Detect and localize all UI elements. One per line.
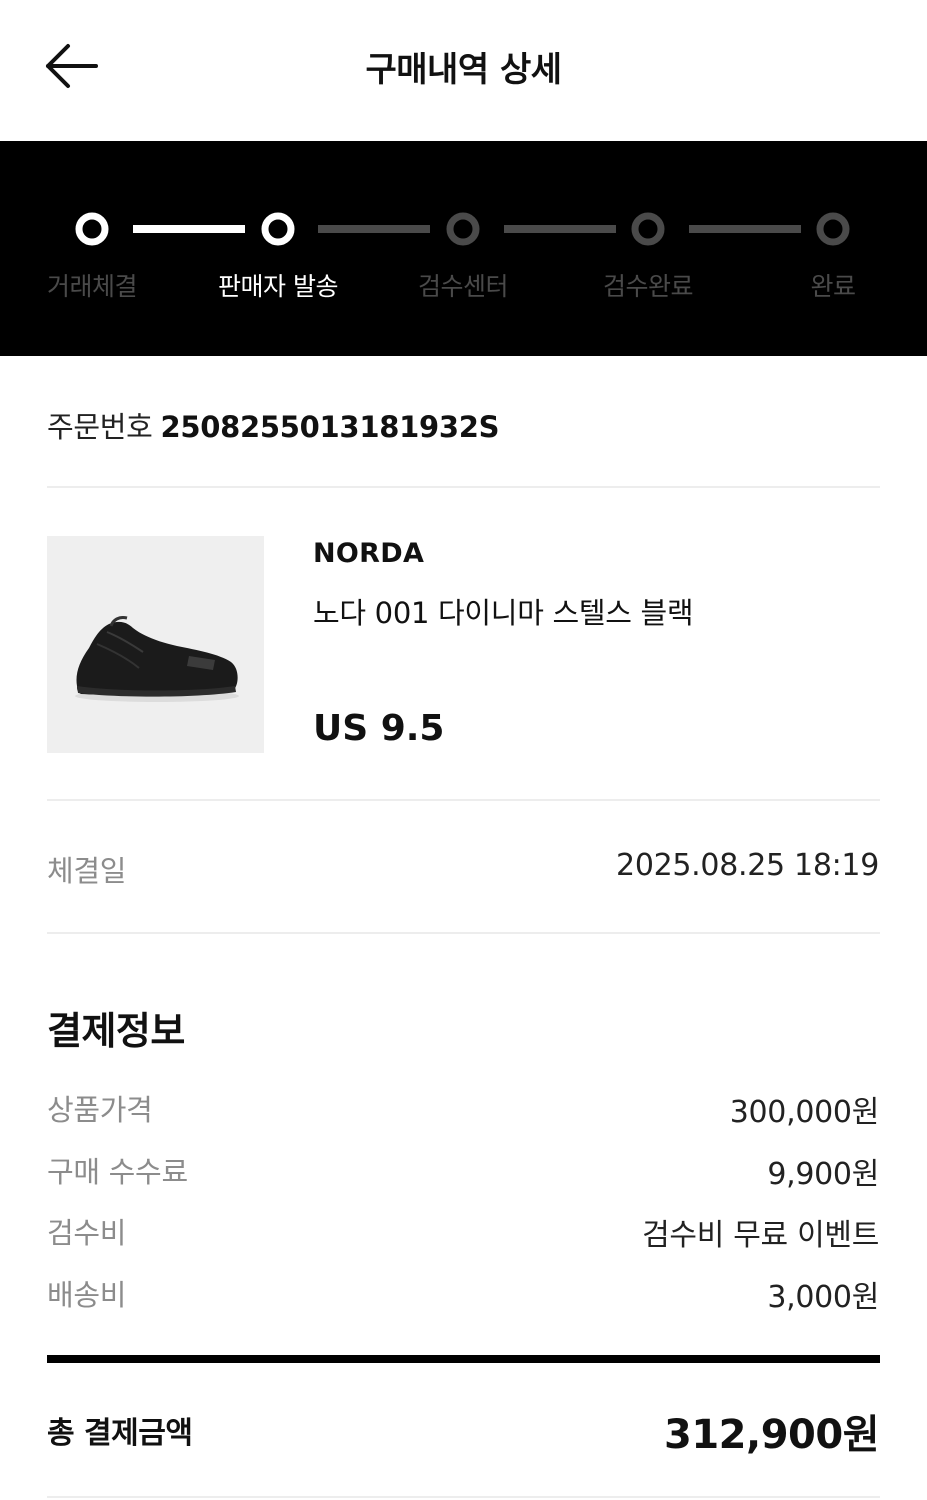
payment-row-label: 상품가격 <box>47 1093 153 1127</box>
progress-step-dot-2 <box>261 212 295 246</box>
trade-date-value: 2025.08.25 18:19 <box>616 848 879 883</box>
payment-section-title: 결제정보 <box>47 1009 185 1053</box>
payment-row-label: 구매 수수료 <box>47 1155 188 1189</box>
progress-connector-3 <box>504 225 616 233</box>
trade-date-label: 체결일 <box>47 854 127 888</box>
payment-row-value: 검수비 무료 이벤트 <box>642 1218 879 1253</box>
payment-row-value: 9,900원 <box>767 1157 879 1192</box>
progress-step-label-3: 검수센터 <box>417 272 509 301</box>
divider <box>47 1496 880 1498</box>
payment-row-value: 300,000원 <box>729 1095 880 1130</box>
progress-step-label-5: 완료 <box>810 272 856 301</box>
progress-step-label-1: 거래체결 <box>46 272 138 301</box>
payment-row-label: 검수비 <box>47 1216 127 1250</box>
progress-step-dot-1 <box>75 212 109 246</box>
progress-step-label-4: 검수완료 <box>602 272 694 301</box>
product-size: US 9.5 <box>313 708 445 749</box>
progress-steps-graphic <box>75 212 850 246</box>
product-image[interactable] <box>47 536 264 753</box>
divider <box>47 799 880 801</box>
sneaker-image <box>75 616 239 702</box>
progress-step-dot-3 <box>446 212 480 246</box>
total-amount-value: 312,900원 <box>664 1412 880 1458</box>
progress-connector-4 <box>689 225 801 233</box>
progress-step-dot-4 <box>631 212 665 246</box>
divider <box>47 932 880 934</box>
divider <box>47 486 880 488</box>
order-number: 주문번호 2508255013181932S <box>47 404 499 446</box>
app-header: 구매내역 상세 <box>0 0 927 141</box>
payment-row-label: 배송비 <box>47 1278 127 1312</box>
product-brand: NORDA <box>313 538 425 569</box>
progress-connector-1 <box>133 225 245 233</box>
progress-step-label-2: 판매자 발송 <box>218 272 338 301</box>
order-progress-tracker: 거래체결 판매자 발송 검수센터 검수완료 완료 <box>0 141 927 356</box>
product-name[interactable]: 노다 001 다이니마 스텔스 블랙 <box>313 590 694 632</box>
order-number-label: 주문번호 <box>47 410 153 444</box>
payment-row-value: 3,000원 <box>767 1280 879 1315</box>
total-amount-label: 총 결제금액 <box>47 1416 193 1451</box>
order-number-value: 2508255013181932S <box>160 410 500 444</box>
progress-step-dot-5 <box>816 212 850 246</box>
page-title: 구매내역 상세 <box>365 50 562 90</box>
total-divider <box>47 1355 880 1363</box>
progress-connector-2 <box>318 225 430 233</box>
